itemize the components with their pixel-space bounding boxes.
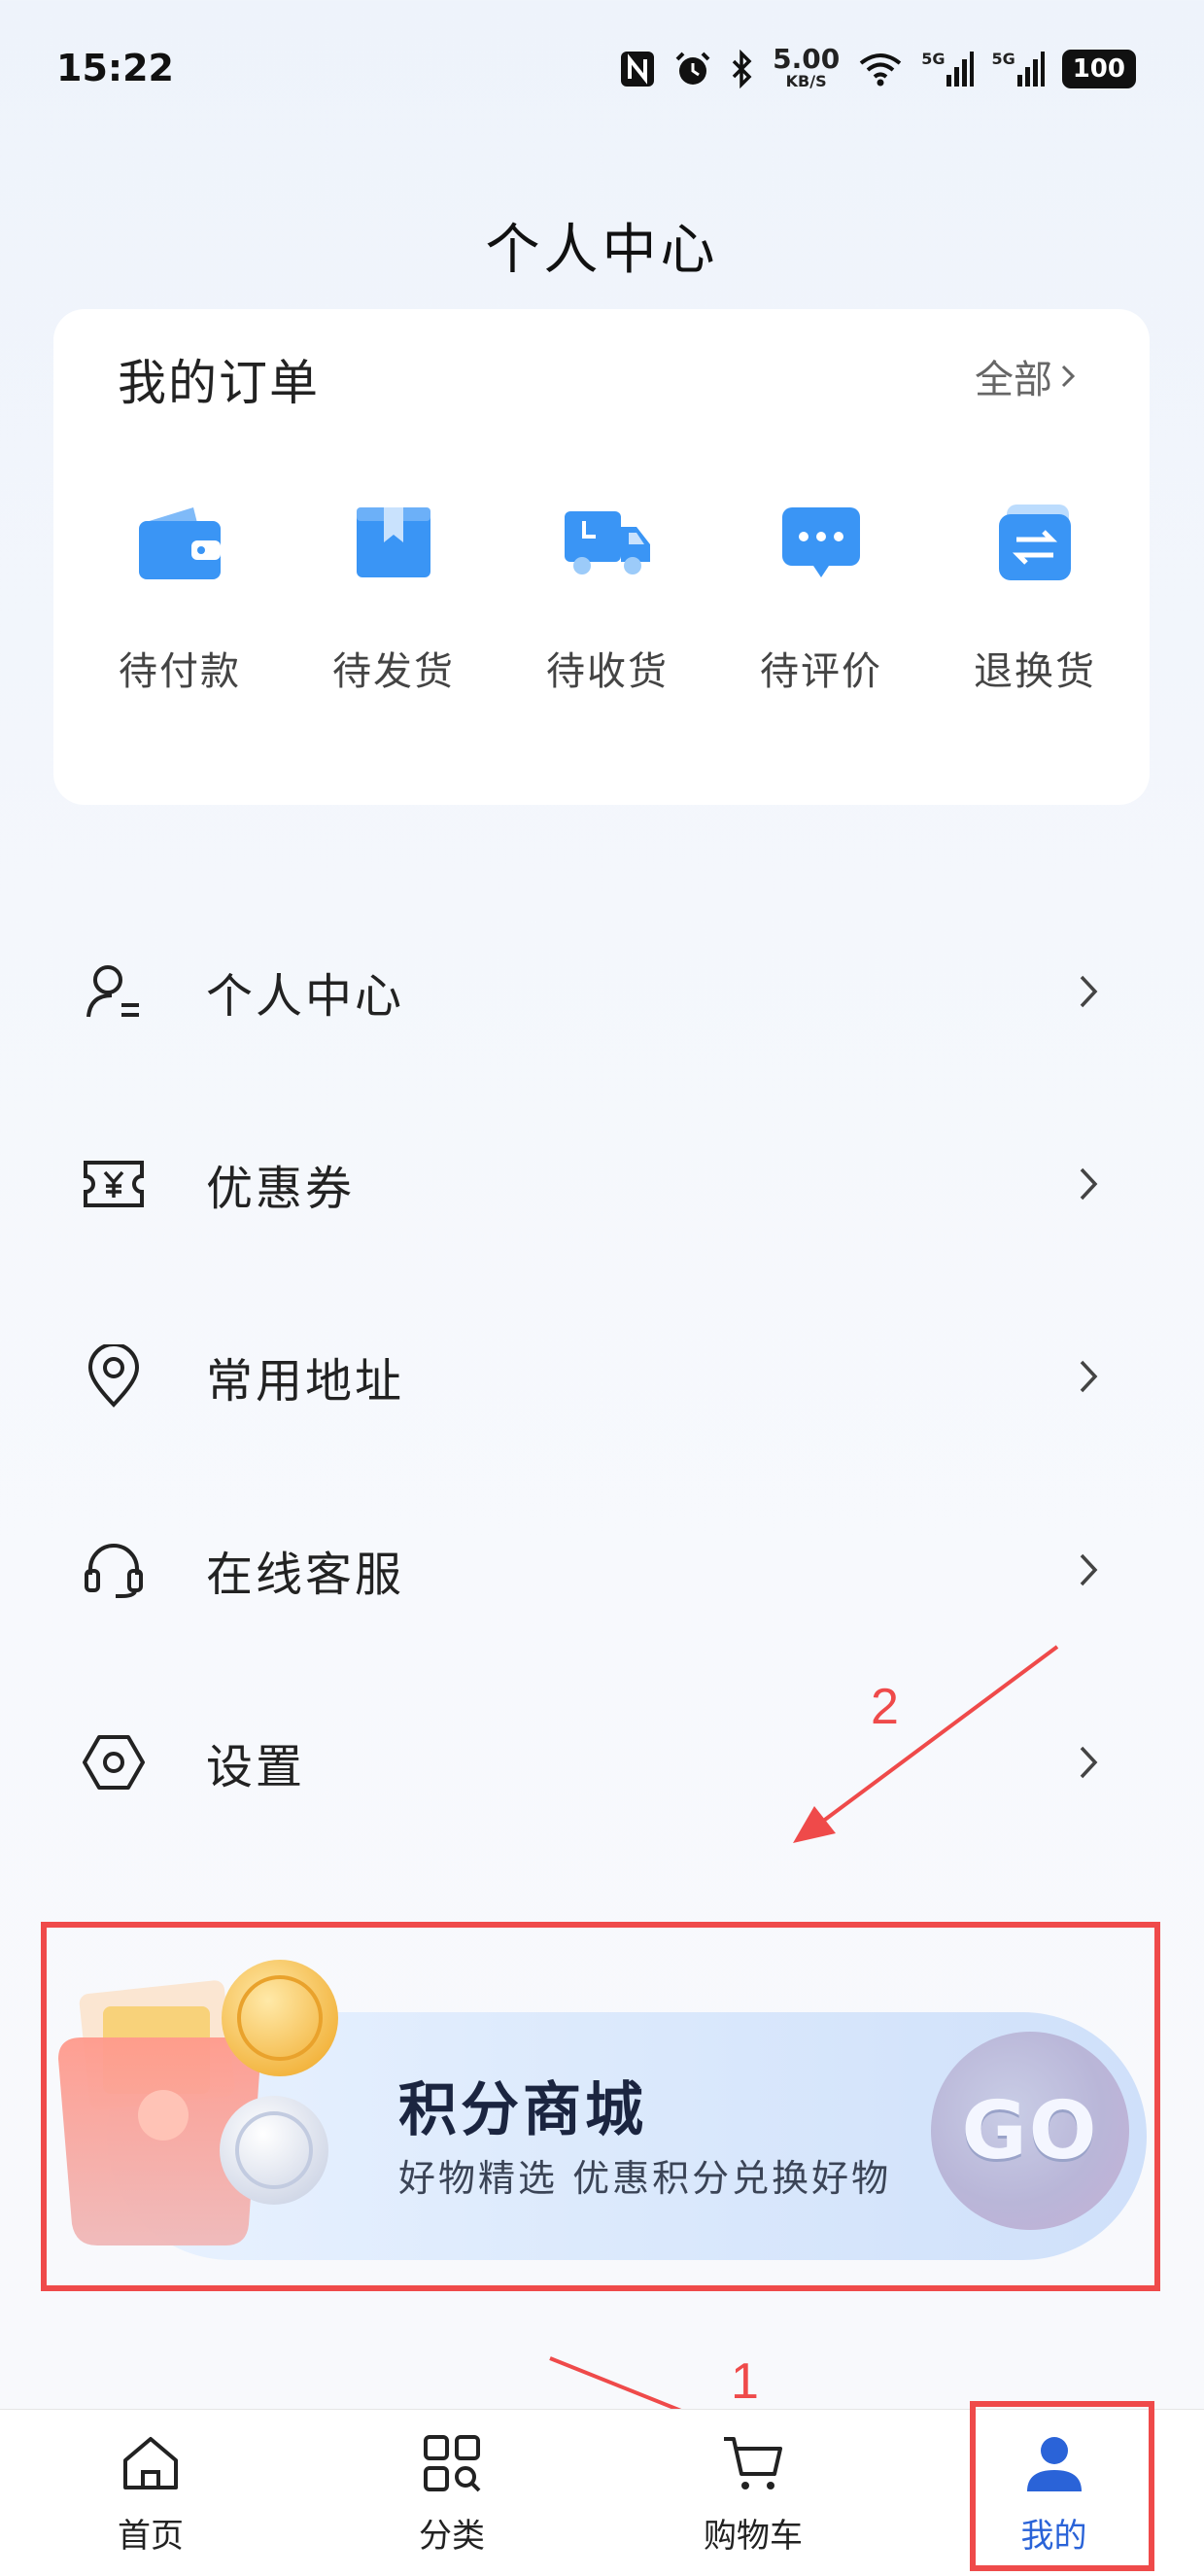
truck-icon bbox=[559, 494, 656, 591]
battery-icon: 100 bbox=[1061, 50, 1136, 88]
signal-icon-2: 5G bbox=[991, 50, 1045, 88]
status-icons: 5.00 KB/S 5G 5G 100 bbox=[619, 43, 1136, 91]
home-icon bbox=[117, 2429, 185, 2497]
user-icon bbox=[80, 957, 148, 1026]
order-status-label: 待收货 bbox=[546, 649, 669, 694]
chevron-right-icon bbox=[1076, 1738, 1111, 1787]
signal-icon-1: 5G bbox=[921, 50, 975, 88]
menu-item-label: 个人中心 bbox=[206, 969, 405, 1024]
nav-cart[interactable]: 购物车 bbox=[602, 2410, 904, 2576]
order-status-label: 待发货 bbox=[332, 649, 455, 694]
wallet-icon bbox=[131, 494, 228, 591]
orders-status-row: 待付款 待发货 待收货 待评价 退换货 bbox=[53, 494, 1150, 696]
menu-item-label: 常用地址 bbox=[206, 1354, 405, 1409]
order-status-label: 待评价 bbox=[760, 649, 882, 694]
comment-icon bbox=[773, 494, 870, 591]
net-speed-unit: KB/S bbox=[785, 72, 827, 90]
order-status-returns[interactable]: 退换货 bbox=[928, 494, 1142, 696]
menu-item-coupons[interactable]: 优惠券 bbox=[0, 1116, 1204, 1252]
status-time: 15:22 bbox=[56, 47, 174, 89]
net-speed: 5.00 KB/S bbox=[773, 43, 841, 91]
nav-home[interactable]: 首页 bbox=[0, 2410, 301, 2576]
chevron-right-icon bbox=[1076, 1352, 1111, 1401]
signal-label-2: 5G bbox=[991, 50, 1015, 68]
menu-item-profile[interactable]: 个人中心 bbox=[0, 923, 1204, 1060]
location-icon bbox=[80, 1342, 148, 1410]
net-speed-value: 5.00 bbox=[773, 43, 841, 75]
nav-label: 购物车 bbox=[704, 2517, 803, 2556]
exchange-icon bbox=[986, 494, 1084, 591]
package-icon bbox=[345, 494, 442, 591]
bluetooth-icon bbox=[730, 50, 755, 88]
order-status-label: 待付款 bbox=[119, 649, 241, 694]
chevron-right-icon bbox=[1076, 967, 1111, 1016]
orders-title: 我的订单 bbox=[118, 355, 320, 411]
annotation-highlight-profile-tab bbox=[970, 2401, 1154, 2571]
chevron-right-icon bbox=[1076, 1546, 1111, 1594]
order-status-to-ship[interactable]: 待发货 bbox=[287, 494, 500, 696]
menu-item-label: 优惠券 bbox=[206, 1162, 356, 1216]
menu-item-address[interactable]: 常用地址 bbox=[0, 1308, 1204, 1445]
order-status-label: 退换货 bbox=[974, 649, 1096, 694]
cart-icon bbox=[719, 2429, 787, 2497]
annotation-highlight-banner bbox=[41, 1922, 1160, 2291]
wifi-icon bbox=[857, 50, 904, 88]
orders-all-label: 全部 bbox=[975, 358, 1052, 402]
menu-item-label: 在线客服 bbox=[206, 1548, 405, 1602]
chevron-right-icon bbox=[1076, 1160, 1111, 1208]
nav-label: 首页 bbox=[118, 2517, 184, 2556]
settings-icon bbox=[80, 1728, 148, 1796]
order-status-pending-payment[interactable]: 待付款 bbox=[73, 494, 287, 696]
nav-category[interactable]: 分类 bbox=[301, 2410, 602, 2576]
headset-icon bbox=[80, 1536, 148, 1604]
signal-label-1: 5G bbox=[921, 50, 946, 68]
annotation-arrow-2 bbox=[793, 1645, 1059, 1843]
nfc-icon bbox=[619, 50, 656, 88]
category-icon bbox=[418, 2429, 486, 2497]
orders-card: 我的订单 全部 待付款 待发货 待收货 待评价 退换货 bbox=[53, 309, 1150, 805]
alarm-icon bbox=[673, 50, 712, 88]
orders-all-link[interactable]: 全部 bbox=[975, 348, 1080, 404]
menu-item-support[interactable]: 在线客服 bbox=[0, 1502, 1204, 1638]
order-status-to-review[interactable]: 待评价 bbox=[714, 494, 928, 696]
coupon-icon bbox=[80, 1150, 148, 1218]
chevron-right-icon bbox=[1061, 365, 1076, 388]
page-title: 个人中心 bbox=[485, 219, 719, 282]
nav-label: 分类 bbox=[419, 2517, 485, 2556]
order-status-to-receive[interactable]: 待收货 bbox=[500, 494, 714, 696]
